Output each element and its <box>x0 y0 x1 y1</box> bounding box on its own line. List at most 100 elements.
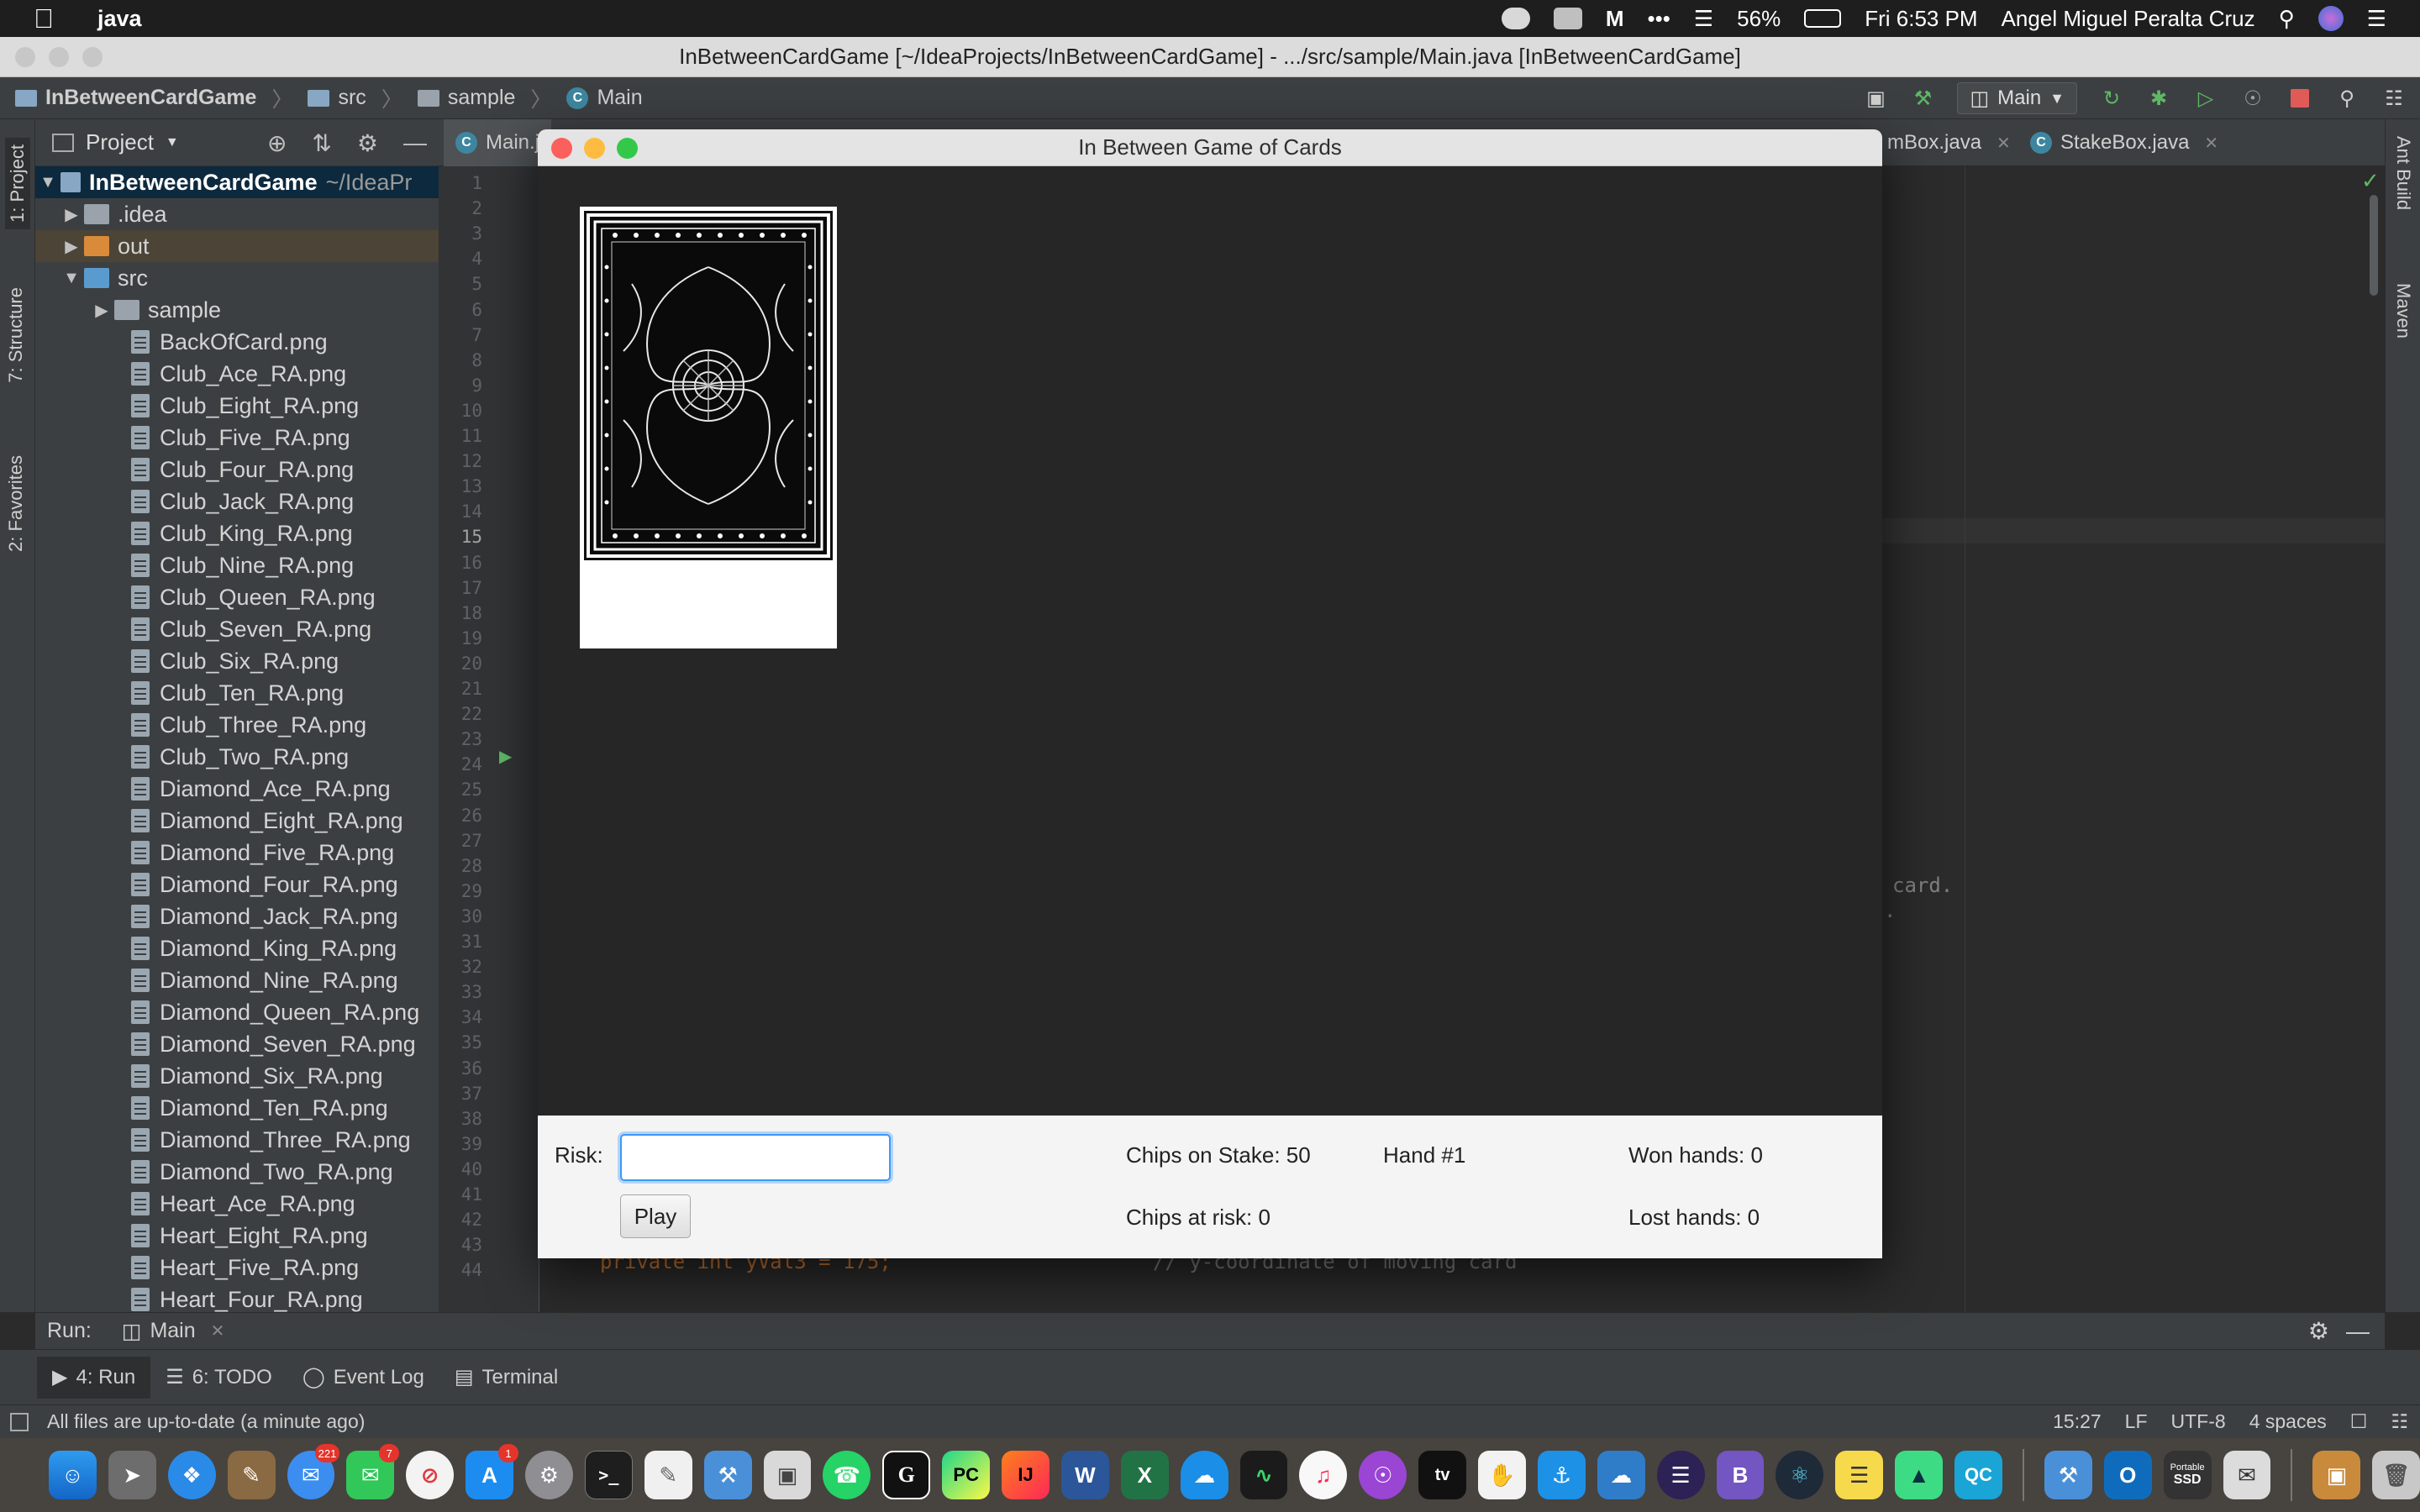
finder-icon[interactable]: ☺ <box>49 1451 97 1499</box>
bbedit-icon[interactable]: B <box>1716 1451 1765 1499</box>
grammarly-icon[interactable]: G <box>882 1451 931 1499</box>
collapsed-arrow-icon[interactable]: ▶ <box>89 300 114 321</box>
close-icon[interactable]: ✕ <box>1996 133 2011 154</box>
tab-stakebox-java[interactable]: C StakeBox.java ✕ <box>2018 119 2230 166</box>
messages-icon[interactable]: ✉ 7 <box>346 1444 400 1499</box>
tree-file[interactable]: Diamond_Queen_RA.png <box>35 996 439 1028</box>
safari-icon[interactable]: ❖ <box>167 1451 216 1499</box>
activity-monitor-icon[interactable]: ∿ <box>1239 1451 1288 1499</box>
tool-tab-favorites[interactable]: 2: Favorites <box>5 455 27 552</box>
tree-folder[interactable]: ▼ src <box>35 262 439 294</box>
breadcrumb-src[interactable]: src 〉 <box>308 83 402 113</box>
tree-file[interactable]: Heart_Four_RA.png <box>35 1284 439 1312</box>
lock-icon[interactable]: ☐ <box>2350 1410 2368 1433</box>
stop-icon[interactable] <box>2287 86 2312 111</box>
xcode-icon[interactable]: ⚒ <box>703 1451 752 1499</box>
tree-file[interactable]: Club_Three_RA.png <box>35 709 439 741</box>
notification-center-icon[interactable]: ☰ <box>2367 6 2386 32</box>
pycharm-icon[interactable]: PC <box>942 1451 991 1499</box>
tree-file[interactable]: Diamond_Three_RA.png <box>35 1124 439 1156</box>
hand-gesture-icon[interactable]: ✋ <box>1478 1451 1526 1499</box>
vcs-icon[interactable]: ☷ <box>2381 86 2407 111</box>
play-button[interactable]: Play <box>620 1194 691 1238</box>
battery-icon[interactable] <box>1804 9 1842 28</box>
tree-file[interactable]: Heart_Ace_RA.png <box>35 1188 439 1220</box>
docker-status-icon[interactable] <box>1553 8 1582 29</box>
indent-setting[interactable]: 4 spaces <box>2249 1410 2327 1433</box>
tree-file[interactable]: Club_Ten_RA.png <box>35 677 439 709</box>
tree-file[interactable]: Diamond_Seven_RA.png <box>35 1028 439 1060</box>
cloud-network-icon[interactable]: ☁ <box>1597 1451 1645 1499</box>
notes-icon[interactable]: ☰ <box>1835 1451 1884 1499</box>
news-icon[interactable]: ⊘ <box>406 1451 455 1499</box>
expand-arrow-icon[interactable]: ▼ <box>59 269 84 288</box>
gear-icon[interactable]: ⚙ <box>357 129 378 157</box>
coverage-icon[interactable]: ▷ <box>2193 86 2218 111</box>
tree-file[interactable]: Club_Six_RA.png <box>35 645 439 677</box>
profile-icon[interactable]: ☉ <box>2240 86 2265 111</box>
app-menu-name[interactable]: java <box>97 6 142 32</box>
menubar-clock[interactable]: Fri 6:53 PM <box>1865 6 1977 32</box>
image-capture-icon[interactable]: ▣ <box>763 1451 812 1499</box>
tree-file[interactable]: Diamond_Ten_RA.png <box>35 1092 439 1124</box>
android-studio-icon[interactable]: ▲ <box>1895 1451 1944 1499</box>
qc-icon[interactable]: QC <box>1954 1451 2002 1499</box>
tree-file[interactable]: Club_Seven_RA.png <box>35 613 439 645</box>
whatsapp-icon[interactable]: ☎ <box>823 1451 871 1499</box>
project-view-select[interactable]: Project <box>86 129 154 155</box>
tree-file[interactable]: Heart_Eight_RA.png <box>35 1220 439 1252</box>
music-icon[interactable]: ♫ <box>1299 1451 1348 1499</box>
breadcrumb-project[interactable]: InBetweenCardGame 〉 <box>15 83 292 113</box>
tool-window-run[interactable]: ▶ 4: Run <box>37 1356 151 1399</box>
toggle-panels-icon[interactable] <box>10 1412 29 1431</box>
tool-tab-project[interactable]: 1: Project <box>5 138 30 229</box>
line-separator[interactable]: LF <box>2125 1410 2148 1433</box>
tree-file[interactable]: Club_Nine_RA.png <box>35 549 439 581</box>
tree-file[interactable]: Diamond_Eight_RA.png <box>35 805 439 837</box>
tree-file[interactable]: Diamond_Nine_RA.png <box>35 964 439 996</box>
run-config-select[interactable]: ◫ Main ▼ <box>1957 82 2077 114</box>
terminal-app-icon[interactable]: >_ <box>584 1451 633 1499</box>
tool-tab-structure[interactable]: 7: Structure <box>5 287 27 383</box>
tree-folder[interactable]: ▶ .idea <box>35 198 439 230</box>
editor-scrollbar[interactable] <box>2370 195 2378 296</box>
more-dots-icon[interactable]: ••• <box>1648 6 1670 32</box>
collapsed-arrow-icon[interactable]: ▶ <box>59 236 84 257</box>
debug-bug-icon[interactable]: ✱ <box>2146 86 2171 111</box>
file-encoding[interactable]: UTF-8 <box>2171 1410 2226 1433</box>
risk-input[interactable] <box>620 1134 891 1181</box>
preview-icon[interactable]: ✎ <box>227 1451 276 1499</box>
trash-icon[interactable]: 🗑 <box>2372 1451 2420 1499</box>
tree-package[interactable]: ▶ sample <box>35 294 439 326</box>
tree-file[interactable]: Club_Queen_RA.png <box>35 581 439 613</box>
tool-tab-maven[interactable]: Maven <box>2392 283 2414 339</box>
close-icon[interactable]: ✕ <box>2204 133 2218 154</box>
game-zoom-button[interactable] <box>617 138 638 159</box>
podcasts-icon[interactable]: ☉ <box>1359 1451 1407 1499</box>
collapse-all-icon[interactable]: ⇅ <box>312 129 331 157</box>
tab-box-java[interactable]: mBox.java ✕ <box>1876 119 2023 166</box>
apple-tv-icon[interactable]: tv <box>1418 1451 1467 1499</box>
ide-minimize-button[interactable] <box>49 47 69 67</box>
tree-file[interactable]: Diamond_King_RA.png <box>35 932 439 964</box>
intellij-icon[interactable]: IJ <box>1002 1451 1050 1499</box>
menubar-user[interactable]: Angel Miguel Peralta Cruz <box>2002 6 2255 32</box>
rerun-icon[interactable]: ↻ <box>2099 86 2124 111</box>
word-icon[interactable]: W <box>1060 1451 1109 1499</box>
dropdown-arrow-icon[interactable]: ▼ <box>166 135 179 150</box>
docker-icon[interactable]: ⚓ <box>1537 1451 1586 1499</box>
launchpad-icon[interactable]: ➤ <box>108 1451 156 1499</box>
tab-main-java[interactable]: C Main.j <box>444 119 552 166</box>
apple-menu-icon[interactable]:  <box>34 3 54 34</box>
breadcrumb-main[interactable]: C Main <box>566 86 643 110</box>
system-preferences-icon[interactable]: ⚙ <box>525 1451 573 1499</box>
gear-icon[interactable]: ⚙ <box>2308 1317 2329 1345</box>
expand-arrow-icon[interactable]: ▼ <box>35 173 60 192</box>
spotlight-search-icon[interactable]: ⚲ <box>2279 6 2295 32</box>
breadcrumb-sample[interactable]: sample 〉 <box>417 83 551 113</box>
siri-icon[interactable] <box>2317 6 2344 31</box>
tree-file[interactable]: Club_King_RA.png <box>35 517 439 549</box>
caret-position[interactable]: 15:27 <box>2053 1410 2102 1433</box>
tree-folder[interactable]: ▶ out <box>35 230 439 262</box>
wifi-icon[interactable]: ☰ <box>1694 6 1713 32</box>
